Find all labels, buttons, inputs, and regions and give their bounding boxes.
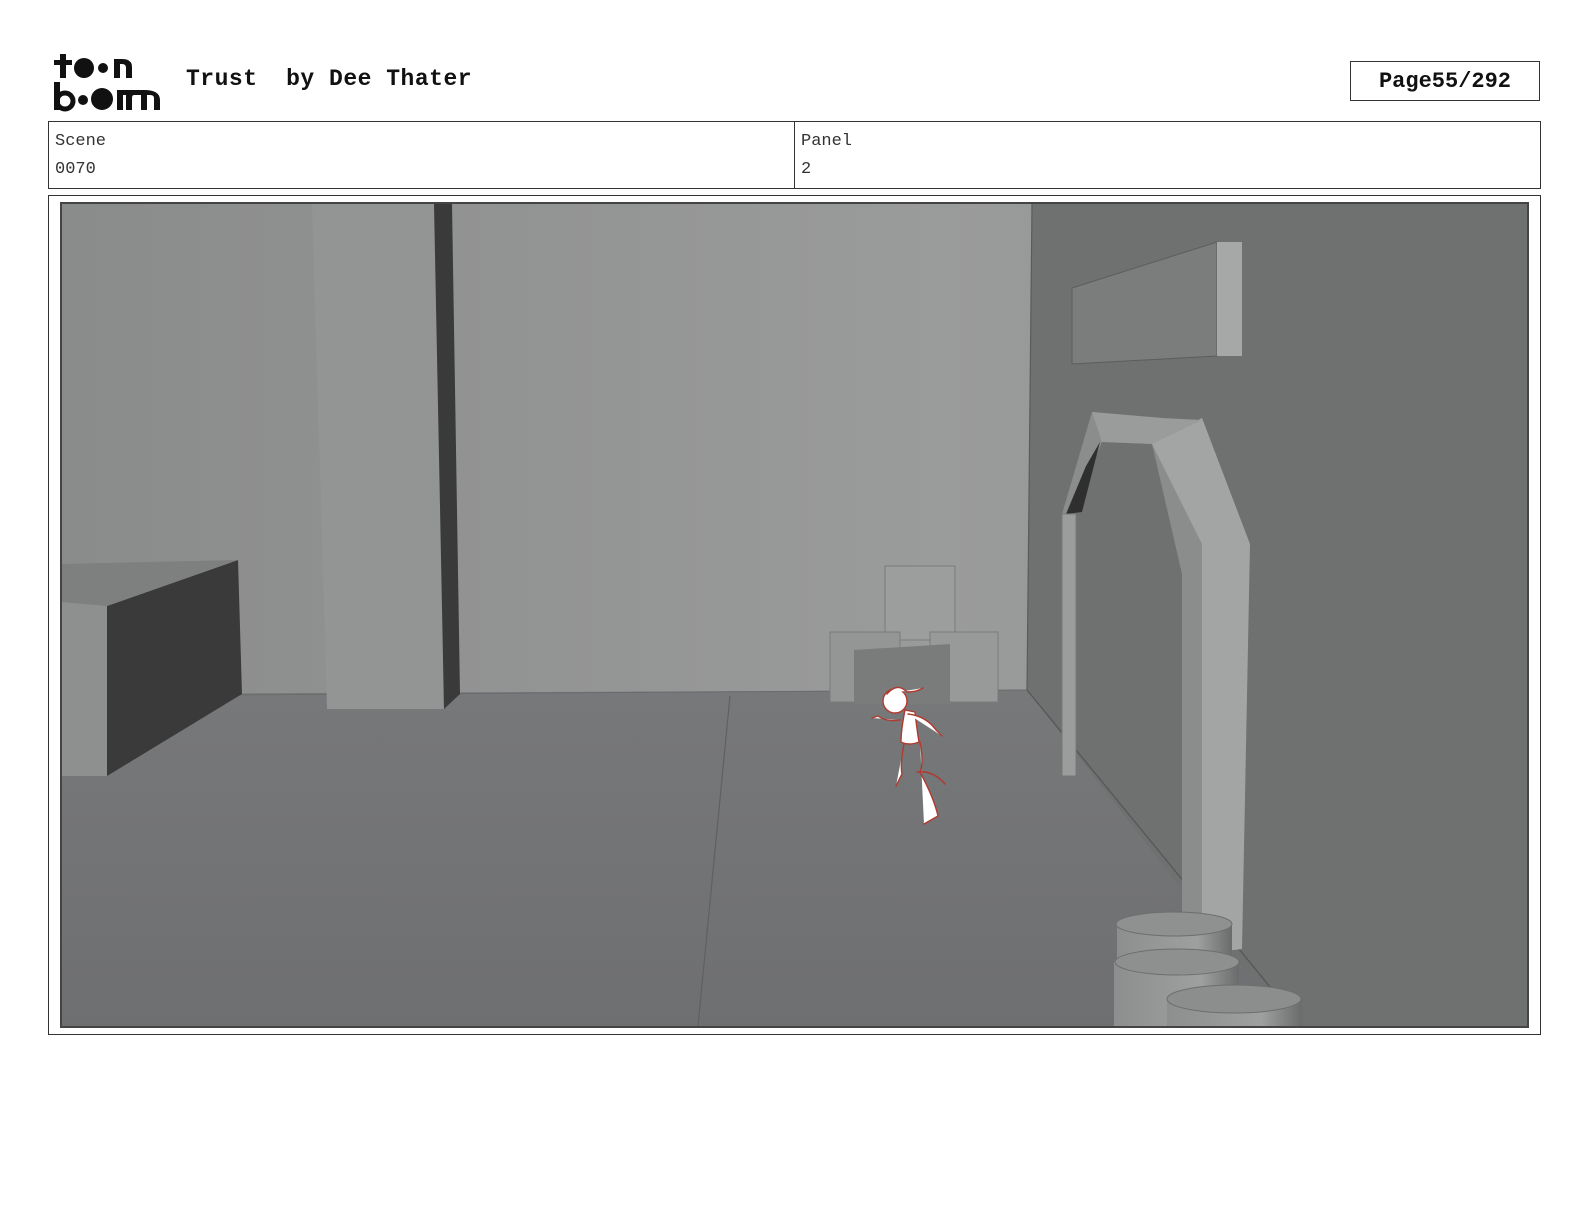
storyboard-drawing	[62, 204, 1527, 1026]
author-credit: by Dee Thater	[286, 66, 473, 92]
left-crate	[62, 602, 107, 776]
scene-label: Scene	[55, 132, 107, 151]
scene-value: 0070	[55, 160, 96, 179]
page-indicator: Page 55/292	[1350, 61, 1540, 101]
panel-label: Panel	[801, 132, 853, 151]
toon-boom-logo	[52, 52, 164, 112]
document-title: Trust by Dee Thater	[186, 66, 472, 92]
pillar	[312, 204, 444, 709]
panel-value: 2	[801, 160, 812, 179]
page-label: Page	[1378, 68, 1432, 94]
box-top	[884, 565, 956, 641]
project-title: Trust	[186, 66, 258, 92]
page-number: 55/292	[1431, 68, 1512, 94]
scene-panel-info: Scene 0070 Panel 2	[48, 121, 1541, 189]
panel-image	[60, 202, 1529, 1028]
scene-cell: Scene 0070	[49, 122, 794, 188]
panel-cell: Panel 2	[794, 122, 1540, 188]
